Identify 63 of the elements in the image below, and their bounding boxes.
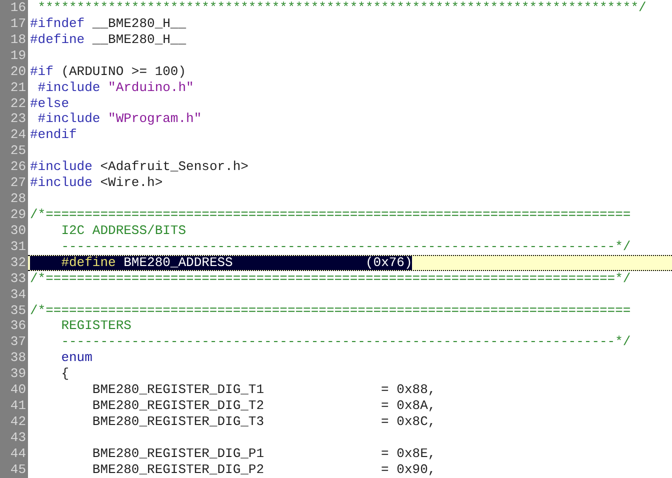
- code-text: (ARDUINO >= 100): [60, 64, 186, 79]
- code-comment: REGISTERS: [60, 318, 132, 334]
- line-number: 28: [0, 191, 28, 207]
- code-comment: /*===========================================================================: [30, 206, 631, 222]
- line-number: 17: [0, 16, 28, 32]
- code-text: {: [60, 366, 70, 382]
- code-keyword: enum: [60, 350, 92, 366]
- line-number: 44: [0, 446, 28, 462]
- line-number: 29: [0, 206, 28, 223]
- code-text: BME280_REGISTER_DIG_T3 = 0x8C,: [91, 414, 436, 429]
- code-comment: *****************************************************************************/: [36, 0, 646, 15]
- preprocessor-directive: #endif: [30, 127, 77, 142]
- code-comment: I2C ADDRESS/BITS: [60, 222, 186, 238]
- line-number: 32: [0, 254, 28, 271]
- line-number: 26: [0, 159, 28, 176]
- line-number: 24: [0, 127, 28, 144]
- line-number: 34: [0, 286, 28, 303]
- preprocessor-directive: #if: [30, 64, 54, 79]
- line-number: 37: [0, 334, 28, 350]
- code-text: BME280_REGISTER_DIG_P2 = 0x90,: [91, 462, 436, 477]
- line-number: 19: [0, 48, 28, 64]
- line-number: 16: [0, 0, 28, 16]
- line-number: 33: [0, 270, 28, 287]
- preprocessor-directive: #include: [36, 111, 100, 126]
- code-text: __BME280_H__: [91, 32, 186, 47]
- line-number: 23: [0, 111, 28, 128]
- code-text: BME280_REGISTER_DIG_T2 = 0x8A,: [91, 398, 436, 414]
- line-number: 38: [0, 350, 28, 366]
- code-comment: /*===========================================================================: [30, 302, 631, 318]
- preprocessor-directive: #ifndef: [30, 16, 85, 31]
- line-number: 42: [0, 414, 28, 430]
- code-text: BME280_REGISTER_DIG_P1 = 0x8E,: [91, 446, 436, 461]
- line-number: 43: [0, 430, 28, 446]
- line-number: 18: [0, 32, 28, 48]
- code-text: __BME280_H__: [91, 16, 186, 31]
- preprocessor-directive: #include: [30, 175, 92, 190]
- preprocessor-directive: #define: [60, 254, 116, 270]
- code-text: <Wire.h>: [99, 175, 163, 190]
- string-literal: "WProgram.h": [107, 111, 202, 126]
- code-text: BME280_ADDRESS (0x76): [122, 254, 412, 270]
- line-number: 30: [0, 222, 28, 239]
- code-text: <Adafruit_Sensor.h>: [99, 159, 248, 174]
- line-number: 41: [0, 398, 28, 414]
- line-number: 40: [0, 382, 28, 398]
- line-number: 35: [0, 302, 28, 318]
- line-number: 25: [0, 143, 28, 160]
- line-number: 36: [0, 318, 28, 334]
- line-number: 39: [0, 366, 28, 382]
- code-comment: -----------------------------------------------------------------------*/: [60, 238, 631, 254]
- preprocessor-directive: #define: [30, 32, 85, 47]
- code-comment: -----------------------------------------------------------------------*/: [60, 334, 631, 350]
- preprocessor-directive: #include: [36, 80, 100, 95]
- preprocessor-directive: #else: [30, 96, 70, 111]
- code-comment: /*=========================================================================*/: [30, 270, 631, 286]
- code-text: BME280_REGISTER_DIG_T1 = 0x88,: [91, 382, 436, 398]
- preprocessor-directive: #include: [30, 159, 92, 174]
- line-number: 45: [0, 462, 28, 478]
- line-number: 31: [0, 238, 28, 255]
- line-number: 27: [0, 175, 28, 192]
- line-number: 20: [0, 64, 28, 80]
- line-number: 22: [0, 96, 28, 112]
- line-number: 21: [0, 80, 28, 96]
- string-literal: "Arduino.h": [107, 80, 194, 95]
